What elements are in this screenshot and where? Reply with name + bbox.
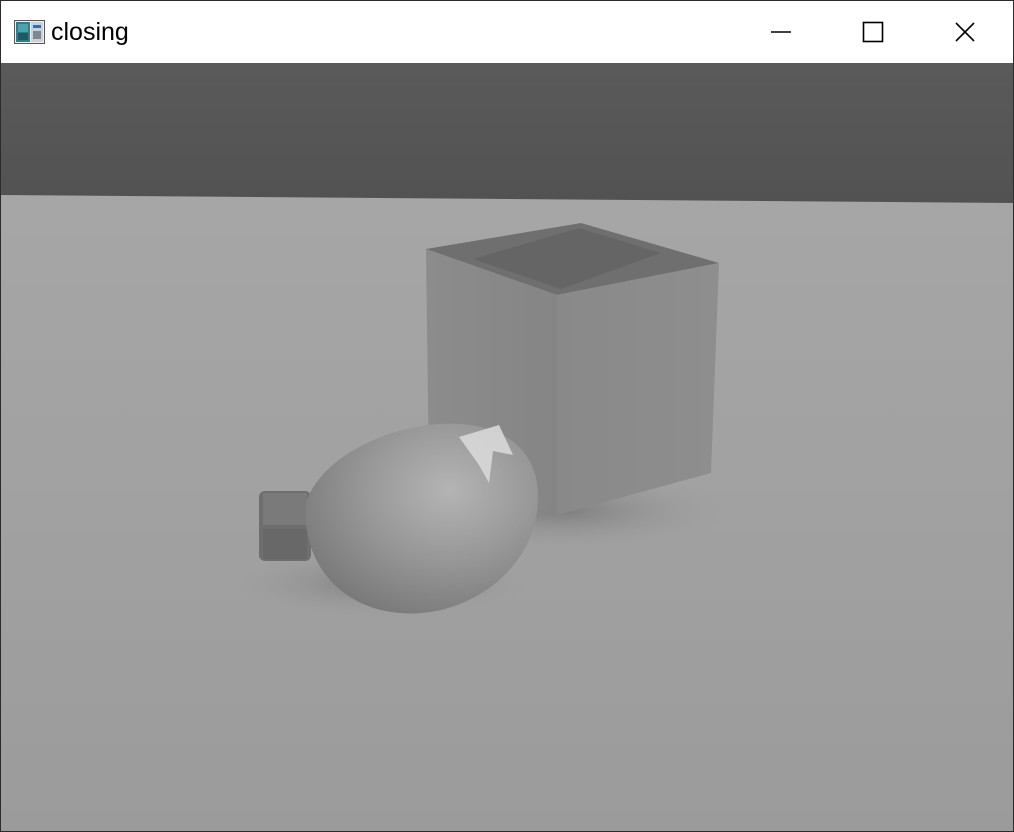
close-button[interactable] [919,1,1011,63]
window-title: closing [51,18,129,46]
image-viewer-icon [14,20,45,44]
maximize-icon [862,21,884,43]
minimize-button[interactable] [735,1,827,63]
maximize-button[interactable] [827,1,919,63]
title-bar[interactable]: closing [1,1,1013,63]
image-canvas [1,63,1013,831]
image-window: closing [0,0,1014,832]
grayscale-image [1,63,1013,831]
minimize-icon [770,21,792,43]
close-icon [954,21,976,43]
